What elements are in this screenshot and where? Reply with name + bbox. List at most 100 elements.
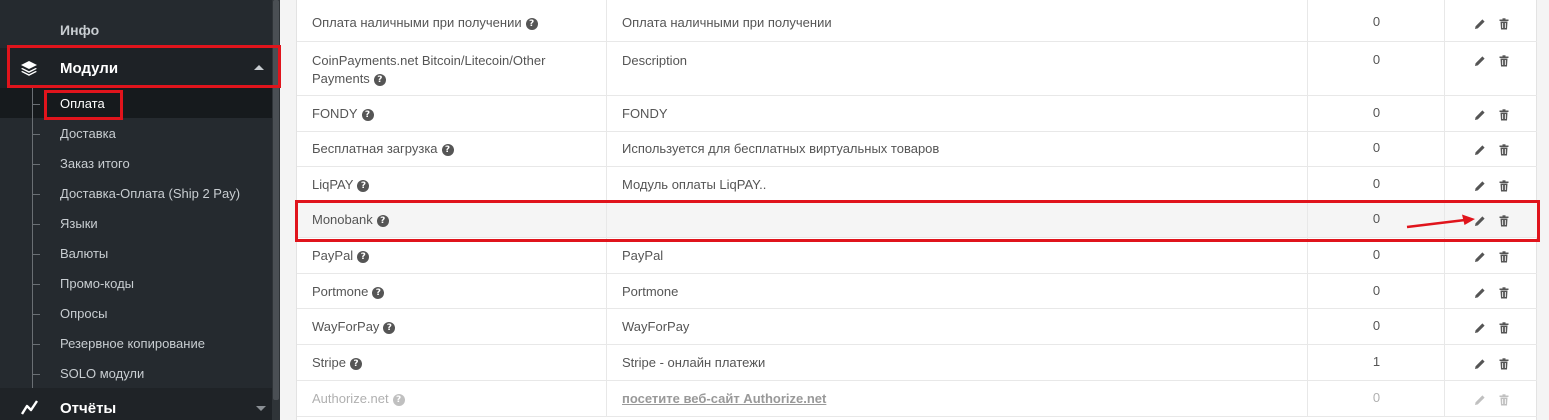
pencil-icon[interactable] [1474,108,1486,120]
pencil-icon[interactable] [1474,54,1486,66]
payment-name: Оплата наличными при получении [312,15,522,30]
payment-sort-order: 0 [1372,14,1381,29]
help-icon[interactable]: ? [525,18,538,30]
payment-description: Description [622,53,688,68]
pencil-icon[interactable] [1474,286,1486,298]
sidebar-item-shipping[interactable]: Доставка [0,118,272,148]
table-row: Authorize.net? посетите веб-сайт Authori… [297,381,1537,417]
payment-description: PayPal [622,248,664,263]
pencil-icon[interactable] [1474,179,1486,191]
sidebar-item-label: Заказ итого [60,156,130,171]
payment-name: Authorize.net [312,391,389,406]
sidebar-item-label: Доставка-Оплата (Ship 2 Pay) [60,186,241,201]
pencil-icon[interactable] [1474,143,1486,155]
table-row: Оплата наличными при получении? Оплата н… [297,0,1537,42]
trash-icon[interactable] [1498,393,1510,406]
sidebar-item-label: Доставка [60,126,116,141]
sidebar-item-solo-modules[interactable]: SOLO модули [0,358,272,388]
payment-name: Бесплатная загрузка [312,141,438,156]
payment-website-link[interactable]: посетите веб-сайт Authorize.net [622,390,826,408]
help-icon[interactable]: ? [392,394,405,406]
table-row: Stripe? Stripe - онлайн платежи 1 [297,345,1537,381]
chevron-down-icon [256,406,266,411]
table-row: WayForPay? WayForPay 0 [297,309,1537,345]
pencil-icon[interactable] [1474,250,1486,262]
pencil-icon[interactable] [1474,393,1486,405]
table-row: Portmone? Portmone 0 [297,274,1537,309]
sidebar-item-polls[interactable]: Опросы [0,298,272,328]
sidebar-item-label: Валюты [60,246,109,261]
sidebar-item-promo-codes[interactable]: Промо-коды [0,268,272,298]
sidebar-item-payment[interactable]: Оплата [0,88,272,118]
sidebar-item-label: Резервное копирование [60,336,205,351]
pencil-icon[interactable] [1474,357,1486,369]
payment-description: Используется для бесплатных виртуальных … [622,141,940,156]
payment-description: Оплата наличными при получении [622,15,832,30]
trash-icon[interactable] [1498,54,1510,67]
payment-description: WayForPay [622,319,690,334]
trash-icon[interactable] [1498,143,1510,156]
sidebar-item-label: Отчёты [60,400,117,417]
help-icon[interactable]: ? [383,322,396,334]
trash-icon[interactable] [1498,179,1510,192]
payment-description: Stripe - онлайн платежи [622,355,766,370]
pencil-icon[interactable] [1474,321,1486,333]
payment-sort-order: 0 [1372,140,1381,155]
payment-name: Portmone [312,284,369,299]
payment-name: PayPal [312,248,354,263]
payment-sort-order: 0 [1372,176,1381,191]
arrow-annotation [1406,214,1475,229]
help-icon[interactable]: ? [373,74,386,86]
highlight-payment [44,90,123,120]
sidebar-item-backup[interactable]: Резервное копирование [0,328,272,358]
trash-icon[interactable] [1498,286,1510,299]
help-icon[interactable]: ? [361,109,374,121]
table-row: LiqPAY? Модуль оплаты LiqPAY.. 0 [297,167,1537,203]
highlight-modules [7,45,281,88]
trash-icon[interactable] [1498,357,1510,370]
sidebar-item-label: Инфо [60,22,100,38]
payment-name: CoinPayments.net Bitcoin/Litecoin/Other … [312,53,546,86]
highlight-monobank-row [295,200,1540,242]
trash-icon[interactable] [1498,321,1510,334]
help-icon[interactable]: ? [357,251,370,263]
payment-sort-order: 1 [1372,354,1381,369]
payment-sort-order: 0 [1372,52,1381,67]
trash-icon[interactable] [1498,108,1510,121]
payment-name: Stripe [312,355,346,370]
payment-sort-order: 0 [1372,283,1381,298]
payment-name: LiqPAY [312,177,354,192]
table-row: PayPal? PayPal 0 [297,238,1537,274]
payment-name: WayForPay [312,319,380,334]
payment-name: FONDY [312,106,358,121]
payment-description: Portmone [622,284,679,299]
sidebar-item-label: Промо-коды [60,276,135,291]
sidebar-item-currencies[interactable]: Валюты [0,238,272,268]
sidebar-item-label: Опросы [60,306,108,321]
pencil-icon[interactable] [1474,17,1486,29]
sidebar-item-reports[interactable]: Отчёты [0,388,272,420]
chart-icon [20,398,40,418]
payment-sort-order: 0 [1372,247,1381,262]
sidebar-item-label: Языки [60,216,98,231]
trash-icon[interactable] [1498,17,1510,30]
table-row: FONDY? FONDY 0 [297,96,1537,132]
help-icon[interactable]: ? [441,144,454,156]
payment-description: Модуль оплаты LiqPAY.. [622,177,767,192]
payment-sort-order: 0 [1372,318,1381,333]
sidebar-item-label: SOLO модули [60,366,145,381]
help-icon[interactable]: ? [357,180,370,192]
payment-sort-order: 0 [1372,390,1381,405]
help-icon[interactable]: ? [372,287,385,299]
help-icon[interactable]: ? [349,358,362,370]
table-row: CoinPayments.net Bitcoin/Litecoin/Other … [297,42,1537,96]
sidebar-item-order-totals[interactable]: Заказ итого [0,148,272,178]
modules-submenu: Оплата Доставка Заказ итого Доставка-Опл… [0,88,272,388]
sidebar-item-languages[interactable]: Языки [0,208,272,238]
sidebar-item-info[interactable]: Инфо [0,10,272,50]
sidebar-item-ship2pay[interactable]: Доставка-Оплата (Ship 2 Pay) [0,178,272,208]
table-row: Бесплатная загрузка? Используется для бе… [297,132,1537,167]
trash-icon[interactable] [1498,250,1510,263]
payment-sort-order: 0 [1372,105,1381,120]
payment-description: FONDY [622,106,668,121]
